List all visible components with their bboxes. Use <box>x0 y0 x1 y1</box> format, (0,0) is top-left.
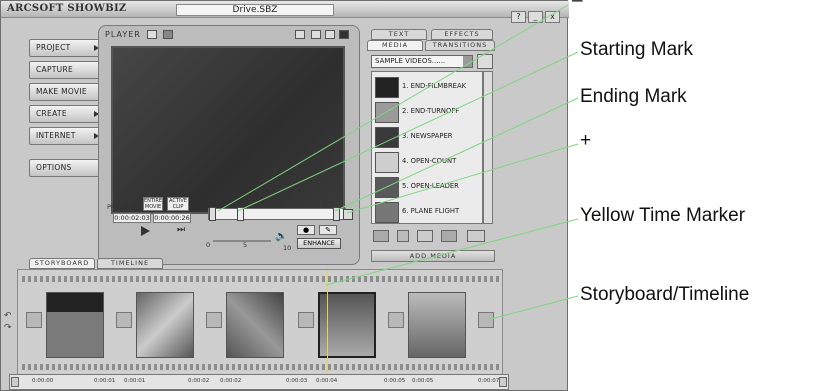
annotation-yellow-time-marker: Yellow Time Marker <box>580 205 746 226</box>
annotation-storyboard-timeline: Storyboard/Timeline <box>580 284 750 305</box>
callout-line-storyboard <box>486 295 579 321</box>
annotation-minus: – <box>572 0 583 11</box>
callout-line-time-marker <box>325 218 579 286</box>
annotation-plus: + <box>580 130 592 151</box>
callout-line-minus <box>217 4 569 212</box>
callout-line-starting-mark <box>237 51 579 212</box>
annotation-ending-mark: Ending Mark <box>580 86 687 107</box>
callout-lines <box>217 4 579 321</box>
annotation-starting-mark: Starting Mark <box>580 39 693 60</box>
callout-line-plus <box>346 143 579 214</box>
